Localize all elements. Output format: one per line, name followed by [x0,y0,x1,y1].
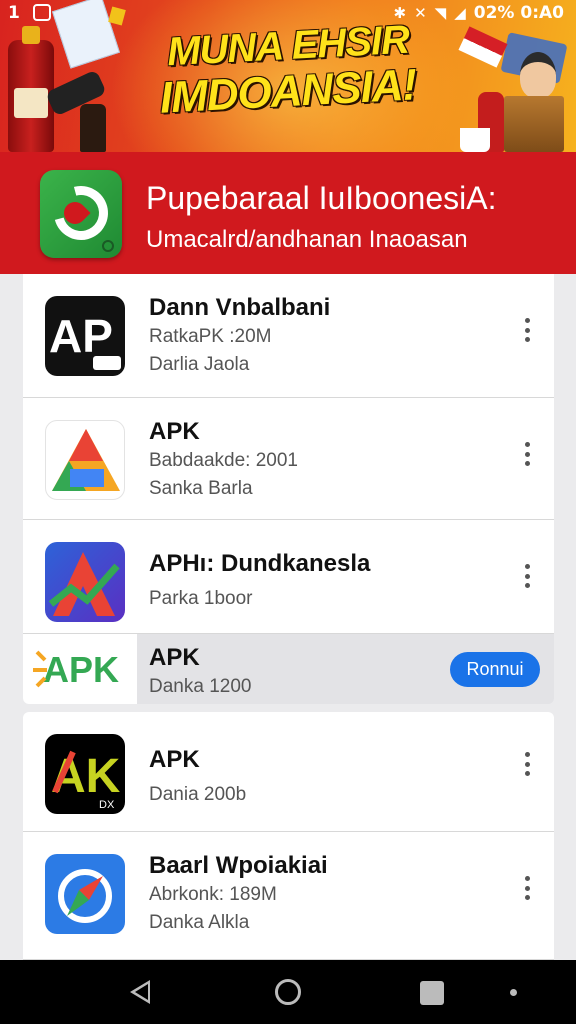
svg-text:DX: DX [99,799,115,811]
list-item[interactable]: AP Dann Vnbalbani RatkaPK :20M Darlia Ja… [23,274,554,398]
app-size: Parka 1boor [149,588,253,609]
apk-text-icon: APK [23,634,137,704]
more-options-icon[interactable] [520,442,534,466]
app-name: Baarl Wpoiakiai [149,852,328,879]
status-text: 02% 0:A0 [473,3,564,23]
dot-icon[interactable] [510,989,517,996]
back-icon[interactable] [130,980,150,1004]
podium-graphic [504,96,564,152]
colorful-a-icon [45,420,125,500]
app-name: APK [149,418,200,445]
list-item[interactable]: APHı: Dundkanesla Parka 1boor [23,520,554,634]
more-options-icon[interactable] [520,564,534,588]
svg-text:AP: AP [49,310,113,362]
more-options-icon[interactable] [520,318,534,342]
app-name: APK [149,746,200,773]
page-title: Pupebaraal IuIboonesiA: [146,180,497,216]
status-time: 1 [8,3,20,23]
ap-logo-icon: AP [45,296,125,376]
more-options-icon[interactable] [520,752,534,776]
app-name: APK [149,644,200,671]
app-size: Babdaakde: 2001 [149,450,298,471]
app-publisher: Darlia Jaola [149,354,250,375]
compass-icon [45,854,125,934]
list-item[interactable]: AK DX APK Dania 200b [23,712,554,832]
store-logo-icon[interactable] [40,170,122,258]
notification-icon [33,4,51,21]
cup-graphic [460,128,490,152]
home-icon[interactable] [275,979,301,1005]
promo-banner[interactable]: 1 ✱ ✕ ◥ ◢ 02% 0:A0 MUNA EHSIR IMDOANSIA! [0,0,576,152]
a-chart-icon [45,542,125,622]
banner-title: MUNA EHSIR IMDOANSIA! [118,18,458,123]
page-subtitle: Umacalrd/andhanan Inaoasan [146,226,468,253]
app-name: Dann Vnbalbani [149,294,331,321]
bottle-graphic-2 [80,104,106,152]
list-item[interactable]: Baarl Wpoiakiai Abrkonk: 189M Danka Alkl… [23,832,554,960]
svg-text:APK: APK [43,649,119,690]
app-size: Dania 200b [149,784,247,805]
list-item[interactable]: APK Babdaakde: 2001 Sanka Barla [23,398,554,520]
recents-icon[interactable] [420,981,444,1005]
app-publisher: Sanka Barla [149,478,253,499]
app-name: APHı: Dundkanesla [149,550,371,577]
app-size: RatkaPK :20M [149,326,272,347]
run-button[interactable]: Ronnui [450,652,540,687]
app-size: Abrkonk: 189M [149,884,277,905]
ak-logo-icon: AK DX [45,734,125,814]
app-size: Danka 1200 [149,676,252,697]
person-graphic [520,52,556,98]
app-publisher: Danka Alkla [149,912,250,933]
more-options-icon[interactable] [520,876,534,900]
